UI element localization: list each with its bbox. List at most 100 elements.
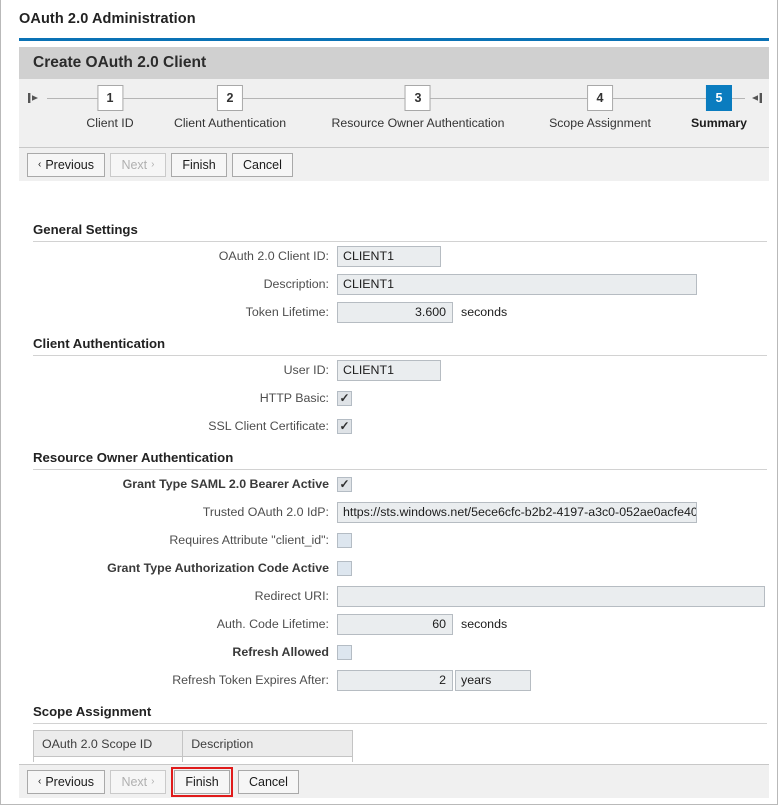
input-token-lifetime[interactable]: 3.600 — [337, 302, 453, 323]
section-title-client-authentication: Client Authentication — [19, 326, 769, 355]
previous-button-top[interactable]: ‹ Previous — [27, 153, 105, 177]
wizard-title-bar: Create OAuth 2.0 Client — [19, 47, 769, 79]
wizard-step-3[interactable]: 3 Resource Owner Authentication — [332, 85, 505, 130]
wizard-toolbar-bottom: ‹ Previous Next › Finish Cancel — [19, 764, 769, 798]
step-4-number: 4 — [587, 85, 613, 111]
check-icon: ✓ — [339, 420, 349, 432]
previous-button-bottom[interactable]: ‹ Previous — [27, 770, 105, 794]
unit-auth-code-lifetime: seconds — [461, 617, 507, 631]
label-token-lifetime: Token Lifetime: — [33, 305, 337, 319]
step-1-number: 1 — [97, 85, 123, 111]
summary-form: General Settings OAuth 2.0 Client ID: CL… — [19, 212, 769, 762]
label-refresh-token-expires: Refresh Token Expires After: — [33, 673, 337, 687]
wizard-title: Create OAuth 2.0 Client — [33, 54, 206, 72]
field-row-redirect-uri: Redirect URI: — [19, 582, 769, 610]
label-authorization-code-active: Grant Type Authorization Code Active — [33, 561, 337, 575]
field-row-token-lifetime: Token Lifetime: 3.600 seconds — [19, 298, 769, 326]
checkbox-requires-attribute-client-id[interactable] — [337, 533, 352, 548]
checkbox-ssl-client-certificate[interactable]: ✓ — [337, 419, 352, 434]
oauth-admin-page: OAuth 2.0 Administration Create OAuth 2.… — [0, 0, 778, 805]
next-button-bottom-label: Next — [121, 775, 147, 789]
next-button-bottom: Next › — [110, 770, 166, 794]
checkbox-saml-bearer-active[interactable]: ✓ — [337, 477, 352, 492]
input-auth-code-lifetime[interactable]: 60 — [337, 614, 453, 635]
check-icon: ✓ — [339, 478, 349, 490]
finish-button-top[interactable]: Finish — [171, 153, 227, 177]
input-refresh-token-expires-unit[interactable]: years — [455, 670, 531, 691]
step-5-number: 5 — [706, 85, 732, 111]
step-4-label: Scope Assignment — [549, 116, 651, 130]
step-start-icon — [27, 90, 43, 106]
finish-button-bottom-label: Finish — [185, 775, 218, 789]
finish-button-bottom[interactable]: Finish — [174, 770, 230, 794]
chevron-left-icon: ‹ — [38, 777, 41, 787]
field-row-authorization-code-active: Grant Type Authorization Code Active — [19, 554, 769, 582]
field-row-user-id: User ID: CLIENT1 — [19, 356, 769, 384]
previous-button-bottom-label: Previous — [45, 775, 94, 789]
page-title: OAuth 2.0 Administration — [19, 11, 196, 27]
chevron-right-icon: › — [151, 160, 154, 170]
chevron-left-icon: ‹ — [38, 160, 41, 170]
field-row-ssl-client-certificate: SSL Client Certificate: ✓ — [19, 412, 769, 440]
header-divider — [19, 38, 769, 41]
field-row-auth-code-lifetime: Auth. Code Lifetime: 60 seconds — [19, 610, 769, 638]
column-header-description[interactable]: Description — [183, 731, 353, 757]
section-title-resource-owner-authentication: Resource Owner Authentication — [19, 440, 769, 469]
cell-scope-id: DAAG_MNGGRP_0001 — [34, 757, 183, 763]
step-2-label: Client Authentication — [174, 116, 286, 130]
chevron-right-icon: › — [151, 777, 154, 787]
cancel-button-top[interactable]: Cancel — [232, 153, 293, 177]
next-button-top-label: Next — [121, 158, 147, 172]
input-redirect-uri[interactable] — [337, 586, 765, 607]
input-client-id[interactable]: CLIENT1 — [337, 246, 441, 267]
label-trusted-idp: Trusted OAuth 2.0 IdP: — [33, 505, 337, 519]
step-1-label: Client ID — [86, 116, 133, 130]
input-description[interactable]: CLIENT1 — [337, 274, 697, 295]
finish-button-highlight: Finish — [171, 767, 233, 797]
field-row-saml-bearer-active: Grant Type SAML 2.0 Bearer Active ✓ — [19, 470, 769, 498]
input-refresh-token-expires[interactable]: 2 — [337, 670, 453, 691]
field-row-client-id: OAuth 2.0 Client ID: CLIENT1 — [19, 242, 769, 270]
label-client-id: OAuth 2.0 Client ID: — [33, 249, 337, 263]
section-title-general-settings: General Settings — [19, 212, 769, 241]
field-row-description: Description: CLIENT1 — [19, 270, 769, 298]
checkbox-refresh-allowed[interactable] — [337, 645, 352, 660]
step-2-number: 2 — [217, 85, 243, 111]
wizard-step-1[interactable]: 1 Client ID — [86, 85, 133, 130]
label-auth-code-lifetime: Auth. Code Lifetime: — [33, 617, 337, 631]
previous-button-top-label: Previous — [45, 158, 94, 172]
scope-assignment-table: OAuth 2.0 Scope ID Description DAAG_MNGG… — [33, 730, 353, 762]
cancel-button-bottom-label: Cancel — [249, 775, 288, 789]
label-requires-attribute-client-id: Requires Attribute "client_id": — [33, 533, 337, 547]
cancel-button-top-label: Cancel — [243, 158, 282, 172]
checkbox-http-basic[interactable]: ✓ — [337, 391, 352, 406]
field-row-refresh-allowed: Refresh Allowed — [19, 638, 769, 666]
wizard-steps: 1 Client ID 2 Client Authentication 3 Re… — [19, 79, 769, 147]
step-end-icon — [747, 90, 763, 106]
table-row[interactable]: DAAG_MNGGRP_0001 Data Aging Manage Group… — [34, 757, 353, 763]
wizard-step-2[interactable]: 2 Client Authentication — [174, 85, 286, 130]
cancel-button-bottom[interactable]: Cancel — [238, 770, 299, 794]
label-saml-bearer-active: Grant Type SAML 2.0 Bearer Active — [33, 477, 337, 491]
input-user-id[interactable]: CLIENT1 — [337, 360, 441, 381]
column-header-scope-id[interactable]: OAuth 2.0 Scope ID — [34, 731, 183, 757]
field-row-http-basic: HTTP Basic: ✓ — [19, 384, 769, 412]
field-row-requires-attribute-client-id: Requires Attribute "client_id": — [19, 526, 769, 554]
next-button-top: Next › — [110, 153, 166, 177]
finish-button-top-label: Finish — [182, 158, 215, 172]
label-refresh-allowed: Refresh Allowed — [33, 645, 337, 659]
wizard-toolbar-top: ‹ Previous Next › Finish Cancel — [19, 147, 769, 181]
step-3-label: Resource Owner Authentication — [332, 116, 505, 130]
label-user-id: User ID: — [33, 363, 337, 377]
input-trusted-idp[interactable]: https://sts.windows.net/5ece6cfc-b2b2-41… — [337, 502, 697, 523]
label-http-basic: HTTP Basic: — [33, 391, 337, 405]
checkbox-authorization-code-active[interactable] — [337, 561, 352, 576]
wizard-step-4[interactable]: 4 Scope Assignment — [549, 85, 651, 130]
step-5-label: Summary — [691, 116, 747, 130]
label-description: Description: — [33, 277, 337, 291]
app-header: OAuth 2.0 Administration — [1, 0, 777, 38]
wizard-step-5[interactable]: 5 Summary — [691, 85, 747, 130]
wizard-panel: Create OAuth 2.0 Client 1 Client ID — [19, 47, 769, 181]
field-row-trusted-idp: Trusted OAuth 2.0 IdP: https://sts.windo… — [19, 498, 769, 526]
unit-token-lifetime: seconds — [461, 305, 507, 319]
